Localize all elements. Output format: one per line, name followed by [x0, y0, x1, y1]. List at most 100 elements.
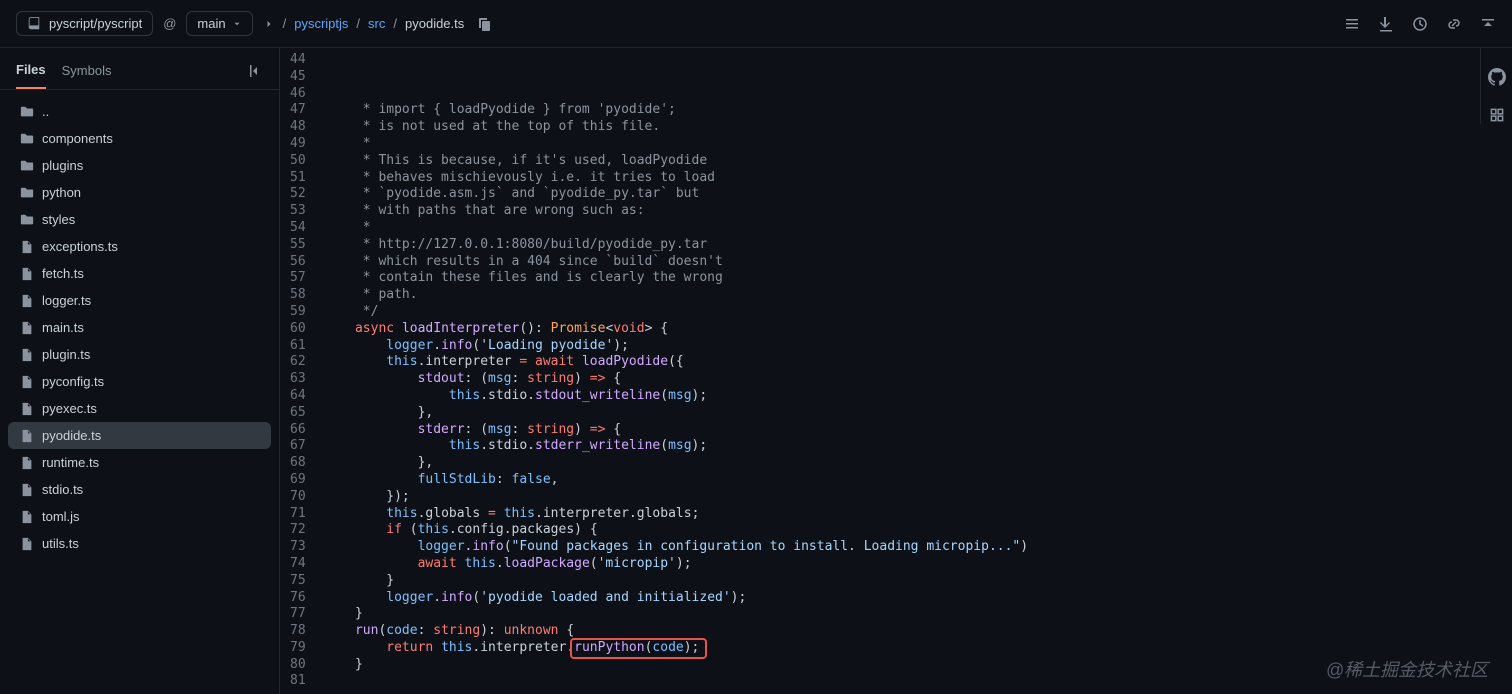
- line-number[interactable]: 80: [290, 657, 306, 674]
- file-item-styles[interactable]: styles: [8, 206, 271, 233]
- link-icon[interactable]: [1446, 16, 1462, 32]
- line-number[interactable]: 67: [290, 438, 306, 455]
- line-number[interactable]: 66: [290, 422, 306, 439]
- line-number[interactable]: 62: [290, 354, 306, 371]
- code-line-74[interactable]: }: [324, 573, 1028, 590]
- history-icon[interactable]: [1412, 16, 1428, 32]
- line-number[interactable]: 78: [290, 623, 306, 640]
- breadcrumb-part-0[interactable]: pyscriptjs: [294, 16, 348, 31]
- file-item-pyexec-ts[interactable]: pyexec.ts: [8, 395, 271, 422]
- breadcrumb-part-1[interactable]: src: [368, 16, 385, 31]
- code-line-71[interactable]: if (this.config.packages) {: [324, 522, 1028, 539]
- code-line-60[interactable]: stdout: (msg: string) => {: [324, 371, 1028, 388]
- line-number[interactable]: 75: [290, 573, 306, 590]
- code-line-79[interactable]: return this.interpreter.runPython(code);: [324, 640, 1028, 657]
- line-number[interactable]: 47: [290, 102, 306, 119]
- line-number[interactable]: 48: [290, 119, 306, 136]
- line-number[interactable]: 64: [290, 388, 306, 405]
- code-line-67[interactable]: });: [324, 489, 1028, 506]
- code-line-54[interactable]: * contain these files and is clearly the…: [324, 270, 1028, 287]
- code-line-66[interactable]: fullStdLib: false,: [324, 472, 1028, 489]
- line-number[interactable]: 49: [290, 136, 306, 153]
- line-number[interactable]: 73: [290, 539, 306, 556]
- line-number[interactable]: 71: [290, 506, 306, 523]
- code-line-50[interactable]: * with paths that are wrong such as:: [324, 203, 1028, 220]
- collapse-up-icon[interactable]: [1480, 16, 1496, 32]
- line-number[interactable]: 68: [290, 455, 306, 472]
- file-item-main-ts[interactable]: main.ts: [8, 314, 271, 341]
- code-line-56[interactable]: */: [324, 304, 1028, 321]
- file-item--[interactable]: ..: [8, 98, 271, 125]
- code-line-73[interactable]: await this.loadPackage('micropip');: [324, 556, 1028, 573]
- code-line-72[interactable]: logger.info("Found packages in configura…: [324, 539, 1028, 556]
- extension-icon[interactable]: [1488, 106, 1506, 124]
- file-item-pyodide-ts[interactable]: pyodide.ts: [8, 422, 271, 449]
- tab-symbols[interactable]: Symbols: [62, 53, 112, 88]
- code-line-52[interactable]: * http://127.0.0.1:8080/build/pyodide_py…: [324, 237, 1028, 254]
- collapse-sidebar-icon[interactable]: [247, 63, 263, 79]
- line-number[interactable]: 79: [290, 640, 306, 657]
- line-number[interactable]: 58: [290, 287, 306, 304]
- line-number[interactable]: 60: [290, 321, 306, 338]
- file-item-logger-ts[interactable]: logger.ts: [8, 287, 271, 314]
- code-line-53[interactable]: * which results in a 404 since `build` d…: [324, 254, 1028, 271]
- code-line-51[interactable]: *: [324, 220, 1028, 237]
- code-content[interactable]: * import { loadPyodide } from 'pyodide';…: [324, 48, 1028, 694]
- branch-selector[interactable]: main: [186, 11, 252, 36]
- github-icon[interactable]: [1488, 68, 1506, 86]
- copy-icon[interactable]: [476, 16, 492, 32]
- line-number[interactable]: 59: [290, 304, 306, 321]
- line-number[interactable]: 74: [290, 556, 306, 573]
- line-number[interactable]: 61: [290, 338, 306, 355]
- code-line-69[interactable]: this.globals = this.interpreter.globals;: [324, 506, 1028, 523]
- line-number[interactable]: 44: [290, 52, 306, 69]
- file-item-exceptions-ts[interactable]: exceptions.ts: [8, 233, 271, 260]
- code-line-62[interactable]: },: [324, 405, 1028, 422]
- file-item-fetch-ts[interactable]: fetch.ts: [8, 260, 271, 287]
- line-number[interactable]: 69: [290, 472, 306, 489]
- file-item-runtime-ts[interactable]: runtime.ts: [8, 449, 271, 476]
- line-number[interactable]: 46: [290, 86, 306, 103]
- code-line-59[interactable]: this.interpreter = await loadPyodide({: [324, 354, 1028, 371]
- code-area[interactable]: 4445464748495051525354555657585960616263…: [280, 48, 1512, 694]
- code-line-47[interactable]: * This is because, if it's used, loadPyo…: [324, 153, 1028, 170]
- line-number[interactable]: 70: [290, 489, 306, 506]
- line-number[interactable]: 65: [290, 405, 306, 422]
- tab-files[interactable]: Files: [16, 52, 46, 89]
- code-line-57[interactable]: async loadInterpreter(): Promise<void> {: [324, 321, 1028, 338]
- line-number[interactable]: 50: [290, 153, 306, 170]
- code-line-65[interactable]: },: [324, 455, 1028, 472]
- code-line-64[interactable]: this.stdio.stderr_writeline(msg);: [324, 438, 1028, 455]
- line-number[interactable]: 56: [290, 254, 306, 271]
- file-item-utils-ts[interactable]: utils.ts: [8, 530, 271, 557]
- file-item-stdio-ts[interactable]: stdio.ts: [8, 476, 271, 503]
- code-line-48[interactable]: * behaves mischievously i.e. it tries to…: [324, 170, 1028, 187]
- code-line-46[interactable]: *: [324, 136, 1028, 153]
- code-line-63[interactable]: stderr: (msg: string) => {: [324, 422, 1028, 439]
- file-item-plugins[interactable]: plugins: [8, 152, 271, 179]
- code-line-76[interactable]: }: [324, 606, 1028, 623]
- code-line-75[interactable]: logger.info('pyodide loaded and initiali…: [324, 590, 1028, 607]
- line-number[interactable]: 54: [290, 220, 306, 237]
- download-icon[interactable]: [1378, 16, 1394, 32]
- line-number[interactable]: 72: [290, 522, 306, 539]
- code-line-58[interactable]: logger.info('Loading pyodide');: [324, 338, 1028, 355]
- file-item-toml-js[interactable]: toml.js: [8, 503, 271, 530]
- code-line-61[interactable]: this.stdio.stdout_writeline(msg);: [324, 388, 1028, 405]
- line-number[interactable]: 52: [290, 186, 306, 203]
- line-number[interactable]: 51: [290, 170, 306, 187]
- code-line-45[interactable]: * is not used at the top of this file.: [324, 119, 1028, 136]
- line-number[interactable]: 63: [290, 371, 306, 388]
- code-line-80[interactable]: }: [324, 657, 1028, 674]
- line-number[interactable]: 55: [290, 237, 306, 254]
- file-item-python[interactable]: python: [8, 179, 271, 206]
- line-number[interactable]: 81: [290, 673, 306, 690]
- file-item-pyconfig-ts[interactable]: pyconfig.ts: [8, 368, 271, 395]
- file-item-components[interactable]: components: [8, 125, 271, 152]
- line-number[interactable]: 45: [290, 69, 306, 86]
- code-line-78[interactable]: run(code: string): unknown {: [324, 623, 1028, 640]
- code-line-55[interactable]: * path.: [324, 287, 1028, 304]
- code-line-44[interactable]: * import { loadPyodide } from 'pyodide';: [324, 102, 1028, 119]
- repo-badge[interactable]: pyscript/pyscript: [16, 11, 153, 36]
- line-number[interactable]: 53: [290, 203, 306, 220]
